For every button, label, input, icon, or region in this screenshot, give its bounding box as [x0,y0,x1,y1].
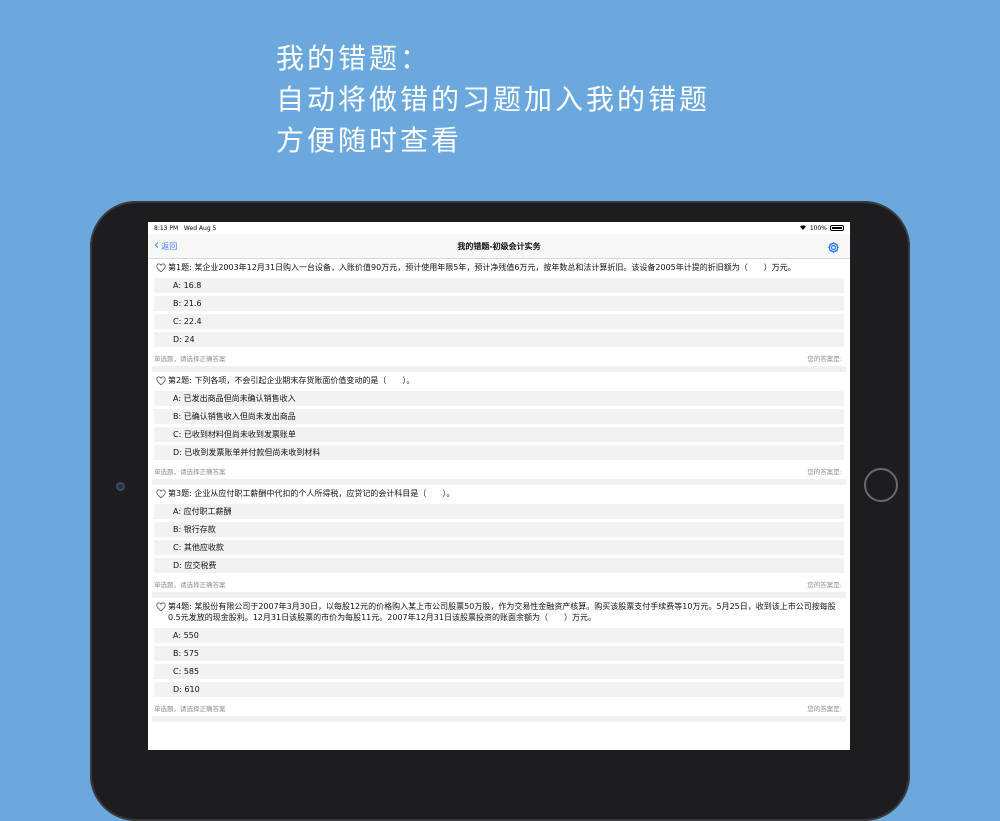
answer-option[interactable]: C: 22.4 [154,314,844,329]
question-hint: 单选题，请选择正确答案 [154,355,226,363]
question-header: 第3题: 企业从应付职工薪酬中代扣的个人所得税，应贷记的会计科目是（ ）。 [152,485,846,501]
your-answer-label: 您的答案是: [807,705,842,713]
question-card: 第3题: 企业从应付职工薪酬中代扣的个人所得税，应贷记的会计科目是（ ）。 A: … [152,485,846,598]
question-header: 第2题: 下列各项，不会引起企业期末存货账面价值变动的是（ ）。 [152,372,846,388]
question-footer: 单选题，请选择正确答案 您的答案是: [152,463,846,479]
heart-icon[interactable] [156,376,166,386]
answer-option[interactable]: A: 16.8 [154,278,844,293]
answer-option[interactable]: B: 已确认销售收入但尚未发出商品 [154,409,844,424]
answer-option[interactable]: D: 应交税费 [154,558,844,573]
back-button[interactable]: ‹ 返回 [154,238,178,253]
option-list: A: 已发出商品但尚未确认销售收入 B: 已确认销售收入但尚未发出商品 C: 已收到… [152,391,846,460]
question-card: 第4题: 某股份有限公司于2007年3月30日，以每股12元的价格购入某上市公司… [152,598,846,722]
battery-percent: 100% [809,224,827,232]
answer-option[interactable]: B: 银行存款 [154,522,844,537]
home-button[interactable] [864,468,898,502]
your-answer-label: 您的答案是: [807,355,842,363]
question-card: 第1题: 某企业2003年12月31日购入一台设备，入账价值90万元，预计使用年… [152,259,846,372]
option-list: A: 应付职工薪酬 B: 银行存款 C: 其他应收款 D: 应交税费 [152,504,846,573]
question-header: 第4题: 某股份有限公司于2007年3月30日，以每股12元的价格购入某上市公司… [152,598,846,625]
camera-icon [116,482,125,491]
question-text: 第4题: 某股份有限公司于2007年3月30日，以每股12元的价格购入某上市公司… [168,602,836,622]
status-time: 8:13 PM [154,224,179,232]
promo-text: 我的错题： 自动将做错的习题加入我的错题 方便随时查看 [276,38,710,161]
question-footer: 单选题，请选择正确答案 您的答案是: [152,350,846,366]
page-title: 我的错题-初级会计实务 [457,241,541,251]
question-list: 第1题: 某企业2003年12月31日购入一台设备，入账价值90万元，预计使用年… [148,259,850,722]
answer-option[interactable]: A: 550 [154,628,844,643]
question-text: 第1题: 某企业2003年12月31日购入一台设备，入账价值90万元，预计使用年… [168,263,796,272]
your-answer-label: 您的答案是: [807,581,842,589]
gear-icon[interactable] [827,239,840,258]
answer-option[interactable]: A: 已发出商品但尚未确认销售收入 [154,391,844,406]
heart-icon[interactable] [156,602,166,612]
option-list: A: 16.8 B: 21.6 C: 22.4 D: 24 [152,278,846,347]
question-hint: 单选题，请选择正确答案 [154,581,226,589]
navigation-bar: ‹ 返回 我的错题-初级会计实务 [148,234,850,259]
battery-icon [830,225,844,231]
answer-option[interactable]: C: 585 [154,664,844,679]
question-header: 第1题: 某企业2003年12月31日购入一台设备，入账价值90万元，预计使用年… [152,259,846,275]
wifi-icon [799,224,807,232]
promo-line-2: 自动将做错的习题加入我的错题 [276,83,711,116]
answer-option[interactable]: B: 575 [154,646,844,661]
answer-option[interactable]: C: 其他应收款 [154,540,844,555]
answer-option[interactable]: D: 610 [154,682,844,697]
question-hint: 单选题，请选择正确答案 [154,468,226,476]
back-label: 返回 [161,241,178,251]
answer-option[interactable]: D: 已收到发票账单并付款但尚未收到材料 [154,445,844,460]
chevron-left-icon: ‹ [154,238,160,253]
question-hint: 单选题，请选择正确答案 [154,705,226,713]
question-text: 第2题: 下列各项，不会引起企业期末存货账面价值变动的是（ ）。 [168,376,415,385]
promo-line-3: 方便随时查看 [276,124,463,157]
answer-option[interactable]: B: 21.6 [154,296,844,311]
status-date: Wed Aug 5 [183,224,217,232]
promo-line-1: 我的错题： [276,42,432,75]
app-screen: 8:13 PM Wed Aug 5 100% ‹ 返回 我的错题-初级会计实务 [148,222,850,750]
your-answer-label: 您的答案是: [807,468,842,476]
question-footer: 单选题，请选择正确答案 您的答案是: [152,576,846,592]
option-list: A: 550 B: 575 C: 585 D: 610 [152,628,846,697]
question-text: 第3题: 企业从应付职工薪酬中代扣的个人所得税，应贷记的会计科目是（ ）。 [168,489,455,498]
status-left: 8:13 PM Wed Aug 5 [154,225,216,232]
answer-option[interactable]: C: 已收到材料但尚未收到发票账单 [154,427,844,442]
heart-icon[interactable] [156,263,166,273]
heart-icon[interactable] [156,489,166,499]
answer-option[interactable]: D: 24 [154,332,844,347]
answer-option[interactable]: A: 应付职工薪酬 [154,504,844,519]
status-right: 100% [799,224,844,232]
question-footer: 单选题，请选择正确答案 您的答案是: [152,700,846,716]
status-bar: 8:13 PM Wed Aug 5 100% [148,222,850,234]
question-card: 第2题: 下列各项，不会引起企业期末存货账面价值变动的是（ ）。 A: 已发出商品… [152,372,846,485]
